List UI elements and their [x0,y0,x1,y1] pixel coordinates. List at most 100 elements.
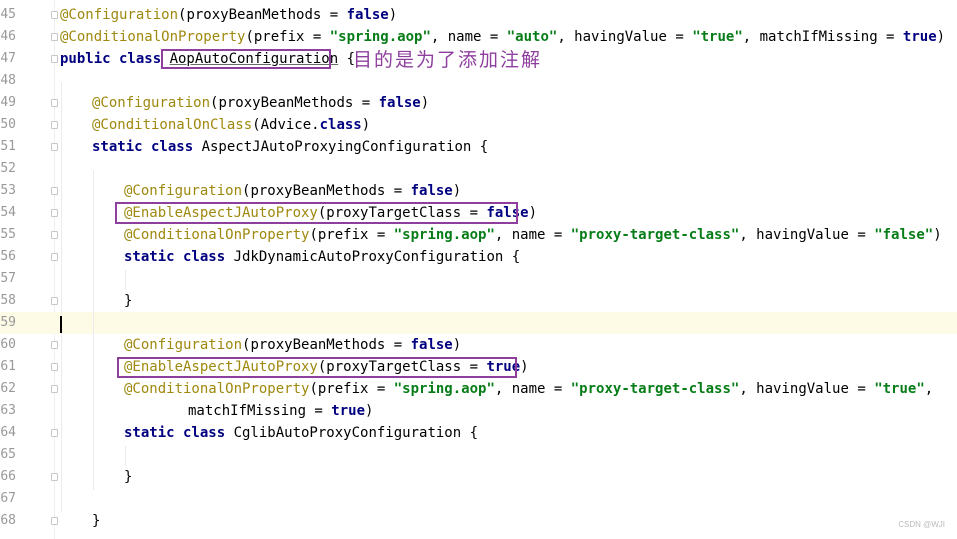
code-token: ) [936,29,946,45]
fold-marker-icon[interactable] [51,429,58,437]
code-text: matchIfMissing = true) [188,400,373,422]
line-number: 47 [0,51,16,66]
code-line[interactable]: 55 @ConditionalOnProperty(prefix = "sprin… [0,224,957,246]
fold-marker-icon[interactable] [51,297,58,305]
code-line[interactable]: 49 @Configuration(proxyBeanMethods = fals… [0,92,957,114]
code-line[interactable]: 59 [0,312,957,334]
code-token: @ConditionalOnProperty [60,29,246,45]
line-number: 54 [0,205,16,220]
fold-marker-icon[interactable] [51,341,58,349]
code-line[interactable]: 48 [0,70,957,92]
fold-marker-icon[interactable] [51,517,58,525]
annotation-note: 目的是为了添加注解 [353,49,543,71]
fold-marker-icon[interactable] [51,209,58,217]
indent-guide [125,446,126,466]
code-line[interactable]: 66} [0,466,957,488]
fold-marker-icon[interactable] [51,33,58,41]
line-number: 61 [0,359,16,374]
code-token: (proxyBeanMethods = [242,337,411,353]
fold-marker-icon[interactable] [51,55,58,63]
code-line[interactable]: 67 [0,488,957,510]
code-token: "true" [874,381,925,397]
code-line[interactable]: 61 @EnableAspectJAutoProxy(proxyTargetCla… [0,356,957,378]
code-token: @ConditionalOnClass [92,117,253,133]
code-line[interactable]: 63 matchIfMissing = true) [0,400,957,422]
code-token: false [486,205,529,221]
code-text: public class AopAutoConfiguration { [60,48,355,70]
code-token: true [902,29,937,45]
code-token: "false" [874,227,934,243]
code-token: AopAutoConfiguration [169,51,339,67]
code-token: @ConditionalOnProperty [124,227,310,243]
code-line[interactable]: 57 [0,268,957,290]
code-line[interactable]: 54 @EnableAspectJAutoProxy(proxyTargetCla… [0,202,957,224]
fold-marker-icon[interactable] [51,253,58,261]
line-number: 60 [0,337,16,352]
indent-guide [61,82,62,512]
code-line[interactable]: 58} [0,290,957,312]
fold-marker-icon[interactable] [51,231,58,239]
line-number: 57 [0,271,16,286]
code-token: ) [420,95,430,111]
line-number: 45 [0,7,16,22]
code-token: } [124,469,133,485]
code-token: ) [365,403,374,419]
code-line[interactable]: 64 static class CglibAutoProxyConfigurati… [0,422,957,444]
code-token: (proxyTargetClass = [317,359,487,375]
fold-marker-icon[interactable] [51,473,58,481]
code-token: , [924,381,934,397]
code-line[interactable]: 56 static class JdkDynamicAutoProxyConfig… [0,246,957,268]
fold-marker-icon[interactable] [51,121,58,129]
code-line[interactable]: 52 [0,158,957,180]
code-token: @EnableAspectJAutoProxy [124,205,318,221]
code-token: public class [60,51,170,67]
code-token: false [410,183,453,199]
line-number: 52 [0,161,16,176]
code-token: "auto" [506,29,558,45]
code-token: , havingValue = [739,381,875,397]
code-line[interactable]: 45 @Configuration(proxyBeanMethods = fals… [0,4,957,26]
code-editor[interactable]: 45 @Configuration(proxyBeanMethods = fals… [0,0,957,539]
code-line[interactable]: 53 @Configuration(proxyBeanMethods = fals… [0,180,957,202]
code-token: (prefix = [309,381,394,397]
code-token: false [378,95,421,111]
code-token: ) [452,337,462,353]
code-token: ) [388,7,398,23]
line-number: 59 [0,315,16,330]
code-text: @Configuration(proxyBeanMethods = false) [124,180,461,202]
fold-marker-icon[interactable] [51,99,58,107]
code-token: class [319,117,362,133]
code-token: "spring.aop" [393,227,495,243]
fold-marker-icon[interactable] [51,187,58,195]
line-number: 49 [0,95,16,110]
code-text: @Configuration(proxyBeanMethods = false) [60,4,397,26]
fold-marker-icon[interactable] [51,385,58,393]
line-number: 62 [0,381,16,396]
code-line[interactable]: 50 @ConditionalOnClass(Advice.class) [0,114,957,136]
code-line[interactable]: 46 @ConditionalOnProperty(prefix = "sprin… [0,26,957,48]
code-token: @Configuration [92,95,211,111]
code-line[interactable]: 68} [0,510,957,532]
code-text: @ConditionalOnClass(Advice.class) [92,114,370,136]
code-text: @ConditionalOnProperty(prefix = "spring.… [124,378,933,400]
code-token: "spring.aop" [329,29,431,45]
code-text: } [92,510,100,532]
code-token: , name = [494,227,571,243]
fold-marker-icon[interactable] [51,143,58,151]
code-token: static class [124,425,234,441]
line-number: 46 [0,29,16,44]
line-number: 67 [0,491,16,506]
code-line[interactable]: 51 static class AspectJAutoProxyingConfig… [0,136,957,158]
code-line[interactable]: 60 @Configuration(proxyBeanMethods = fals… [0,334,957,356]
fold-marker-icon[interactable] [51,363,58,371]
code-text: } [124,466,132,488]
code-line[interactable]: 65 [0,444,957,466]
code-token: ) [933,227,942,243]
code-text: @ConditionalOnProperty(prefix = "spring.… [60,26,945,48]
code-line[interactable]: 62 @ConditionalOnProperty(prefix = "sprin… [0,378,957,400]
code-token: "proxy-target-class" [570,381,740,397]
fold-marker-icon[interactable] [51,11,58,19]
code-token: matchIfMissing = [188,403,332,419]
code-token: @Configuration [60,7,179,23]
code-token: true [486,359,521,375]
